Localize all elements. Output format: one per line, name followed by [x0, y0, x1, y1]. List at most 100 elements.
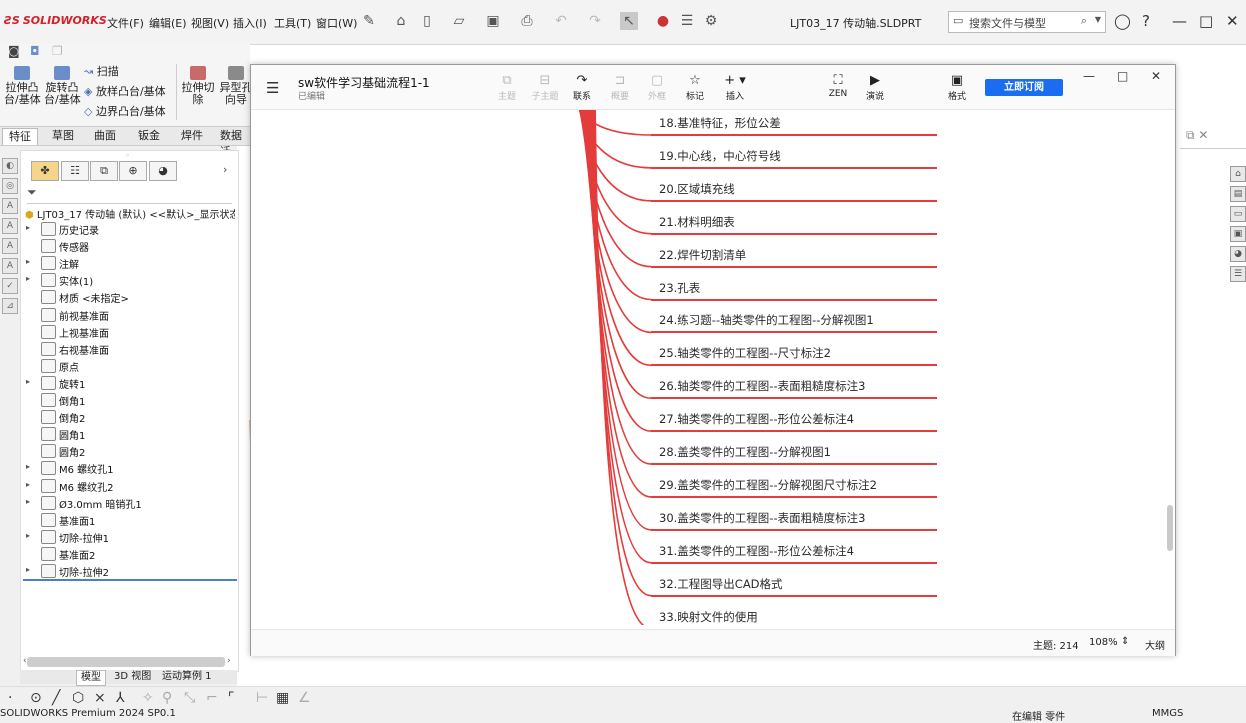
design-library-icon[interactable]: ▤ [1230, 186, 1246, 202]
close-button[interactable]: ✕ [1151, 69, 1161, 83]
tab-data-migration[interactable]: 数据迁 [214, 128, 250, 158]
tab-sheet-metal[interactable]: 钣金 [132, 128, 166, 144]
tree-item[interactable]: 右视基准面 [21, 341, 238, 358]
circle-point-icon[interactable]: ⊙ [30, 690, 42, 706]
tree-item[interactable]: 圆角2 [21, 443, 238, 460]
loft-boss-button[interactable]: ◈ 放样凸台/基体 [84, 86, 166, 98]
copy-icon[interactable]: ❐ [52, 44, 63, 58]
restore-icon[interactable]: ⧉ [1186, 128, 1195, 142]
toolbar-button[interactable]: ⛶ ZEN [818, 73, 858, 99]
sweep-button[interactable]: ↝ 扫描 [84, 66, 119, 78]
pin-icon[interactable]: ✎ [360, 12, 378, 30]
subscribe-button[interactable]: 立即订阅 [985, 79, 1063, 96]
mindmap-canvas[interactable]: 18.基准特征，形位公差 19.中心线，中心符号线 20.区域填充线 21.材料明细表… [251, 110, 1175, 625]
expand-arrow-icon[interactable]: ▸ [26, 257, 30, 266]
tree-item[interactable]: 原点 [21, 358, 238, 375]
outline-button[interactable]: 大纲 [1145, 637, 1165, 652]
surface-finish-icon[interactable]: ✓ [2, 278, 18, 294]
tree-item[interactable]: ▸ M6 螺纹孔1 [21, 460, 238, 477]
chevron-down-icon[interactable]: ▼ [1095, 15, 1101, 24]
tree-filter[interactable]: ⏷ [27, 185, 232, 204]
file-explorer-icon[interactable]: ▭ [1230, 206, 1246, 222]
expand-arrow-icon[interactable]: ▸ [26, 565, 30, 574]
toolbar-button[interactable]: ☆ 标记 [675, 73, 715, 102]
redo-icon[interactable]: ↷ [586, 12, 604, 30]
move-icon[interactable]: ⤡ [184, 690, 195, 706]
angle-icon[interactable]: ∠ [298, 690, 311, 706]
tree-item[interactable]: 基准面1 [21, 512, 238, 529]
topic-node[interactable]: 25.轴类零件的工程图--尺寸标注2 [659, 345, 831, 361]
tree-item[interactable]: ▸ 注解 [21, 255, 238, 272]
save-icon[interactable]: ▣ [484, 12, 502, 30]
menu-insert[interactable]: 插入(I) [233, 15, 267, 31]
tree-item[interactable]: 上视基准面 [21, 324, 238, 341]
maximize-button[interactable]: □ [1199, 12, 1213, 30]
tree-item[interactable]: 传感器 [21, 238, 238, 255]
help-icon[interactable]: ? [1142, 12, 1150, 30]
dimxpert-tab-icon[interactable]: ⊕ [119, 161, 147, 181]
maximize-button[interactable]: □ [1117, 69, 1128, 83]
user-icon[interactable]: ◯ [1114, 12, 1131, 30]
topic-node[interactable]: 28.盖类零件的工程图--分解视图1 [659, 444, 831, 460]
topic-node[interactable]: 24.练习题--轴类零件的工程图--分解视图1 [659, 312, 874, 328]
camera-icon[interactable]: ◙ [8, 44, 20, 58]
expand-arrow-icon[interactable]: ▸ [26, 223, 30, 232]
menu-file[interactable]: 文件(F) [107, 15, 144, 31]
hole-wizard-button[interactable]: 异型孔 向导 [218, 66, 254, 106]
close-button[interactable]: ✕ [1226, 12, 1239, 30]
topic-node[interactable]: 26.轴类零件的工程图--表面粗糙度标注3 [659, 378, 865, 394]
toolbar-button[interactable]: ▣ 格式 [937, 73, 977, 102]
dot-icon[interactable]: · [8, 690, 12, 706]
dimension-icon[interactable]: ⊢ [256, 690, 268, 706]
arc-icon[interactable]: ⅄ [116, 690, 125, 706]
toolbar-button[interactable]: ⊟ 子主题 [525, 73, 565, 102]
topic-node[interactable]: 23.孔表 [659, 280, 700, 296]
topic-node[interactable]: 30.盖类零件的工程图--表面粗糙度标注3 [659, 510, 865, 526]
topic-node[interactable]: 29.盖类零件的工程图--分解视图尺寸标注2 [659, 477, 877, 493]
vertical-scrollbar[interactable] [1167, 505, 1173, 551]
tab-weldments[interactable]: 焊件 [175, 128, 209, 144]
extrude-cut-button[interactable]: 拉伸切 除 [180, 66, 216, 106]
configuration-manager-tab-icon[interactable]: ⧉ [90, 161, 118, 181]
scroll-right-icon[interactable]: › [227, 656, 231, 666]
line-icon[interactable]: ╱ [52, 690, 60, 706]
tree-item[interactable]: 材质 <未指定> [21, 289, 238, 306]
toolbar-button[interactable]: ⊐ 概要 [600, 73, 640, 102]
scroll-left-icon[interactable]: ‹ [23, 656, 27, 666]
tree-item[interactable]: ▸ 切除-拉伸1 [21, 529, 238, 546]
minimize-button[interactable]: — [1083, 69, 1095, 83]
resources-home-icon[interactable]: ⌂ [1230, 166, 1246, 182]
expand-arrow-icon[interactable]: ▸ [26, 480, 30, 489]
tree-item[interactable]: 前视基准面 [21, 307, 238, 324]
topic-node[interactable]: 18.基准特征，形位公差 [659, 115, 781, 131]
tree-item[interactable]: 基准面2 [21, 546, 238, 563]
boundary-boss-button[interactable]: ◇ 边界凸台/基体 [84, 106, 166, 118]
tab-model[interactable]: 模型 [76, 670, 106, 686]
mirror-icon[interactable]: ⚲ [162, 690, 172, 706]
toolbar-button[interactable]: ⧉ 主题 [487, 73, 527, 102]
custom-properties-icon[interactable]: ☰ [1230, 266, 1246, 282]
tab-sketch[interactable]: 草图 [46, 128, 80, 144]
topic-node[interactable]: 31.盖类零件的工程图--形位公差标注4 [659, 543, 854, 559]
menu-view[interactable]: 视图(V) [191, 15, 229, 31]
expand-arrow-icon[interactable]: ▸ [26, 377, 30, 386]
close-icon[interactable]: ✕ [1198, 128, 1208, 142]
view-palette-icon[interactable]: ▣ [1230, 226, 1246, 242]
minimize-button[interactable]: — [1172, 12, 1187, 30]
grid-icon[interactable]: ▦ [276, 690, 289, 706]
note-icon[interactable]: A [2, 218, 18, 234]
corner-icon[interactable]: ⌐ [206, 690, 218, 706]
select-cursor-icon[interactable]: ↖ [620, 12, 638, 30]
tree-item[interactable]: ▸ 旋转1 [21, 375, 238, 392]
annotation-icon[interactable]: A [2, 198, 18, 214]
menu-tools[interactable]: 工具(T) [274, 15, 311, 31]
expand-arrow-icon[interactable]: ▸ [26, 497, 30, 506]
topic-node[interactable]: 22.焊件切割清单 [659, 247, 746, 263]
rollback-bar[interactable] [23, 579, 237, 581]
extrude-boss-button[interactable]: 拉伸凸 台/基体 [4, 66, 41, 106]
smart-dimension-icon[interactable]: ◎ [2, 178, 18, 194]
toolbar-button[interactable]: ▶ 演说 [855, 73, 895, 102]
panel-handle-icon[interactable]: ◦ [125, 151, 130, 160]
tab-3d-view[interactable]: 3D 视图 [110, 670, 155, 684]
zoom-stepper-icon[interactable]: ⇕ [1121, 636, 1129, 647]
